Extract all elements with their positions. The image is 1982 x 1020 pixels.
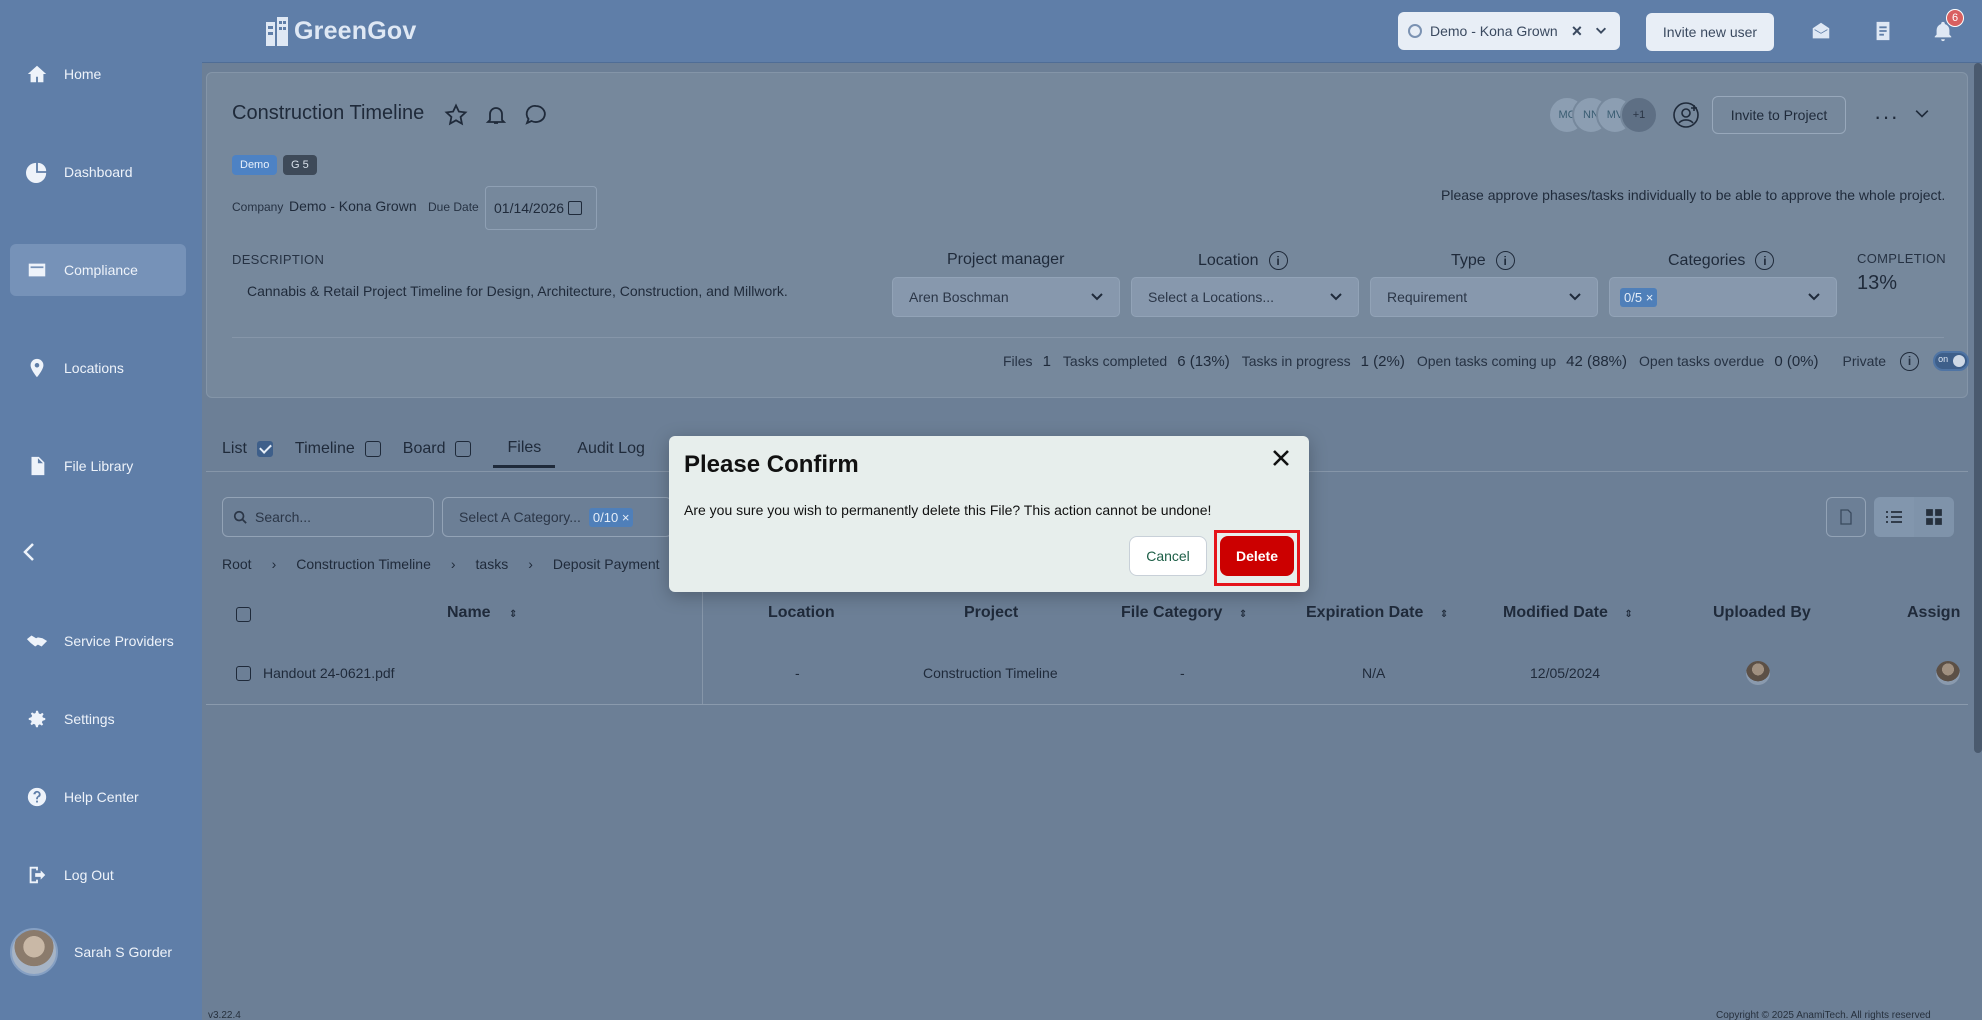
dialog-title: Please Confirm xyxy=(684,451,859,478)
close-icon[interactable] xyxy=(1271,448,1295,472)
confirm-dialog: Please Confirm Are you sure you wish to … xyxy=(669,436,1309,592)
cancel-button[interactable]: Cancel xyxy=(1129,536,1207,576)
delete-button[interactable]: Delete xyxy=(1220,536,1294,576)
dialog-message: Are you sure you wish to permanently del… xyxy=(684,502,1212,518)
